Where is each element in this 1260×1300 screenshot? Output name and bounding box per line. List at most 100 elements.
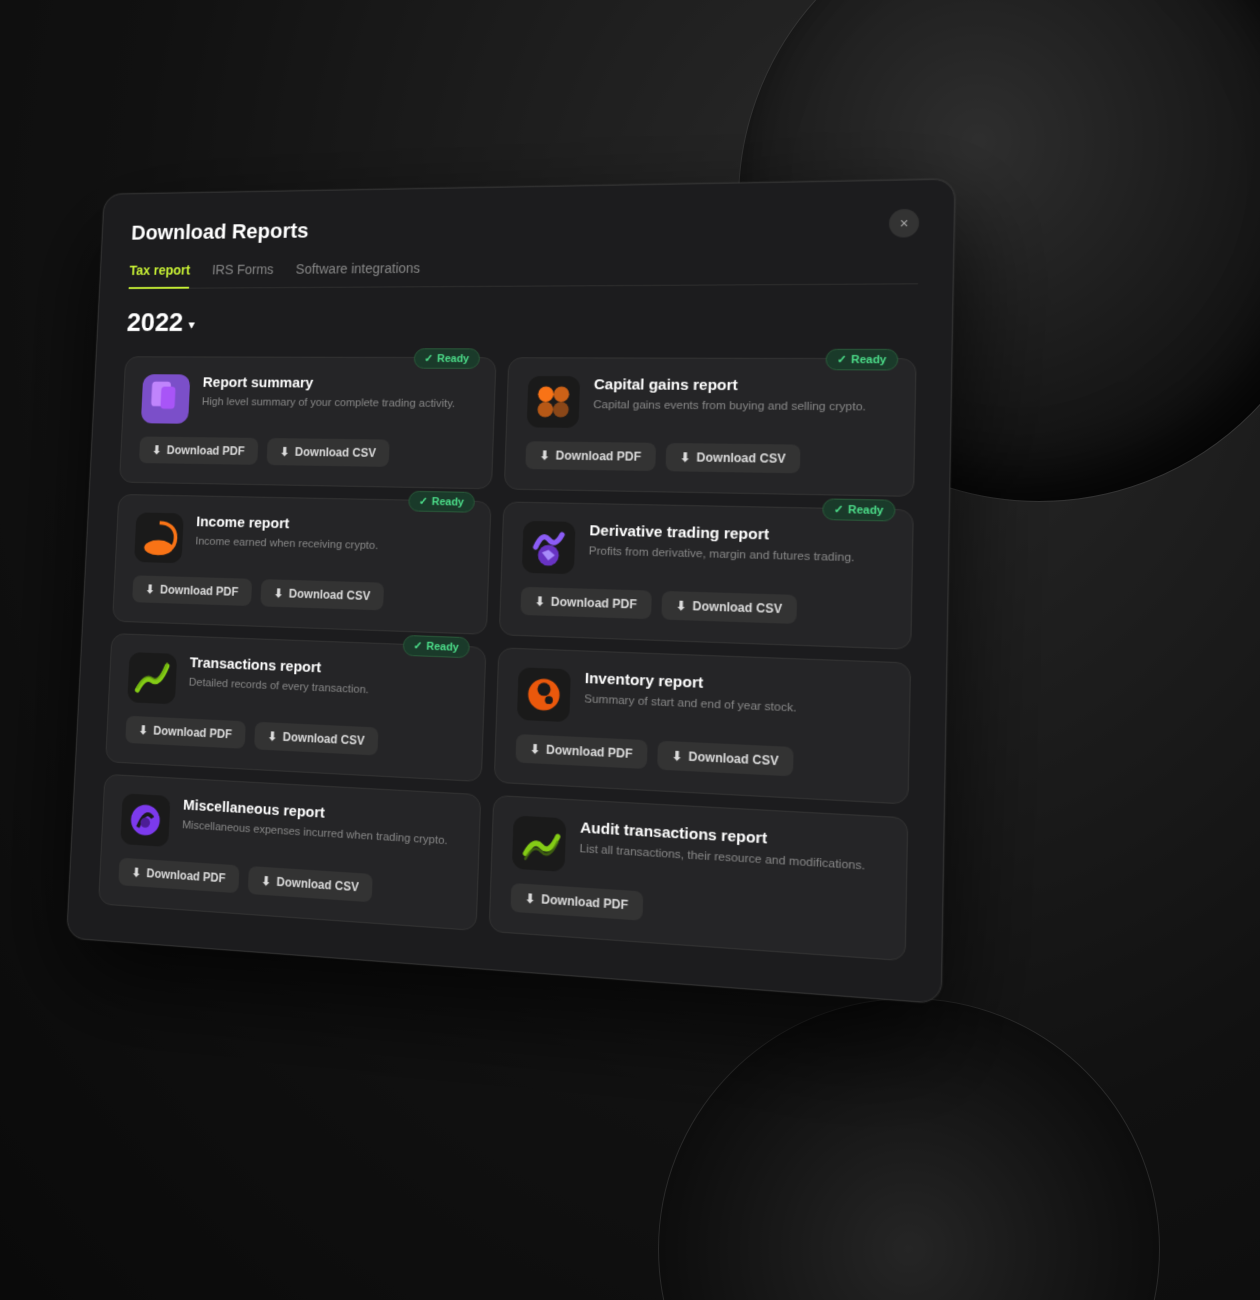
check-icon: ✓ [419, 495, 428, 508]
card-top: Income report Income earned when receivi… [134, 512, 470, 571]
card-top: Report summary High level summary of you… [141, 374, 475, 427]
capital-gains-icon [527, 376, 580, 428]
card-actions: ⬇ Download PDF [510, 883, 883, 937]
download-icon: ⬇ [676, 599, 687, 614]
download-icon: ⬇ [280, 445, 290, 459]
ready-badge-summary: ✓ Ready [413, 348, 480, 369]
card-title: Report summary [202, 374, 475, 392]
download-csv-button[interactable]: ⬇ Download CSV [260, 579, 384, 610]
download-csv-button[interactable]: ⬇ Download CSV [661, 591, 797, 624]
download-csv-button[interactable]: ⬇ Download CSV [665, 443, 800, 473]
card-actions: ⬇ Download PDF ⬇ Download CSV [515, 734, 886, 781]
download-icon: ⬇ [680, 450, 691, 464]
card-actions: ⬇ Download PDF ⬇ Download CSV [520, 587, 889, 627]
ready-badge-capital: ✓ Ready [825, 349, 898, 371]
card-actions: ⬇ Download PDF ⬇ Download CSV [139, 436, 473, 468]
check-icon: ✓ [837, 353, 847, 366]
card-info: Report summary High level summary of you… [202, 374, 476, 412]
download-icon: ⬇ [267, 729, 277, 743]
download-csv-button[interactable]: ⬇ Download CSV [657, 741, 794, 777]
income-icon [134, 512, 184, 563]
card-transactions: ✓ Ready Transactions report Detailed rec… [105, 633, 486, 782]
card-actions: ⬇ Download PDF ⬇ Download CSV [118, 858, 457, 908]
card-actions: ⬇ Download PDF ⬇ Download CSV [132, 575, 468, 613]
download-icon: ⬇ [535, 594, 546, 608]
misc-icon [120, 793, 170, 847]
modal-header: Download Reports × [131, 209, 920, 246]
download-pdf-button[interactable]: ⬇ Download PDF [510, 883, 643, 921]
card-info: Transactions report Detailed records of … [188, 654, 465, 702]
card-actions: ⬇ Download PDF ⬇ Download CSV [525, 441, 892, 474]
card-actions: ⬇ Download PDF ⬇ Download CSV [125, 716, 462, 760]
modal-wrapper: Download Reports × Tax report IRS Forms … [66, 179, 955, 1004]
ready-badge-derivative: ✓ Ready [822, 498, 896, 521]
download-pdf-button[interactable]: ⬇ Download PDF [520, 587, 651, 619]
modal-title: Download Reports [131, 219, 309, 246]
tabs-container: Tax report IRS Forms Software integratio… [129, 256, 919, 289]
close-button[interactable]: × [889, 209, 920, 238]
year-value: 2022 [126, 307, 184, 337]
download-pdf-button[interactable]: ⬇ Download PDF [118, 858, 239, 894]
card-miscellaneous: Miscellaneous report Miscellaneous expen… [98, 774, 481, 931]
card-info: Capital gains report Capital gains event… [593, 376, 894, 416]
card-top: Capital gains report Capital gains event… [527, 376, 894, 431]
card-title: Income report [196, 514, 470, 537]
year-selector[interactable]: 2022 ▾ [126, 305, 917, 338]
card-title: Capital gains report [594, 376, 894, 395]
download-csv-button[interactable]: ⬇ Download CSV [266, 438, 390, 467]
download-icon: ⬇ [530, 742, 541, 757]
tab-tax-report[interactable]: Tax report [129, 262, 191, 289]
card-title: Derivative trading report [589, 522, 891, 546]
download-csv-button[interactable]: ⬇ Download CSV [247, 866, 372, 902]
chevron-down-icon: ▾ [188, 316, 195, 332]
check-icon: ✓ [834, 503, 844, 517]
card-desc: Capital gains events from buying and sel… [593, 397, 893, 416]
download-icon: ⬇ [152, 443, 162, 456]
transactions-icon [127, 652, 177, 704]
card-inventory: Inventory report Summary of start and en… [494, 647, 911, 804]
reports-grid: ✓ Ready Report summary High level summar… [98, 356, 917, 961]
card-info: Audit transactions report List all trans… [579, 819, 885, 876]
download-icon: ⬇ [274, 586, 284, 600]
card-info: Inventory report Summary of start and en… [584, 670, 888, 721]
card-top: Miscellaneous report Miscellaneous expen… [120, 793, 459, 865]
card-top: Inventory report Summary of start and en… [517, 667, 888, 736]
inventory-icon [517, 667, 571, 722]
card-info: Derivative trading report Profits from d… [589, 522, 891, 567]
tab-software-integrations[interactable]: Software integrations [295, 260, 420, 288]
card-audit: Audit transactions report List all trans… [489, 795, 909, 961]
card-top: Transactions report Detailed records of … [127, 652, 465, 717]
card-top: Derivative trading report Profits from d… [522, 521, 891, 583]
download-pdf-button[interactable]: ⬇ Download PDF [515, 734, 647, 769]
download-reports-modal: Download Reports × Tax report IRS Forms … [66, 179, 955, 1004]
download-icon: ⬇ [525, 891, 536, 906]
card-desc: Profits from derivative, margin and futu… [589, 543, 891, 567]
card-report-summary: ✓ Ready Report summary High level summar… [119, 356, 497, 489]
check-icon: ✓ [413, 639, 422, 652]
tab-irs-forms[interactable]: IRS Forms [211, 262, 274, 289]
card-desc: High level summary of your complete trad… [202, 394, 475, 412]
download-pdf-button[interactable]: ⬇ Download PDF [132, 575, 252, 606]
card-desc: Income earned when receiving crypto. [195, 534, 469, 557]
card-derivative: ✓ Ready Derivative trading report Profit… [499, 501, 914, 649]
card-top: Audit transactions report List all trans… [512, 815, 885, 892]
card-capital-gains: ✓ Ready Capital gains report [504, 357, 917, 497]
download-pdf-button[interactable]: ⬇ Download PDF [139, 436, 258, 464]
derivative-icon [522, 521, 576, 574]
card-income: ✓ Ready Income report Income earned when… [112, 494, 491, 635]
download-icon: ⬇ [145, 582, 155, 596]
ready-badge-transactions: ✓ Ready [402, 635, 470, 658]
report-summary-icon [141, 374, 191, 424]
download-icon: ⬇ [131, 865, 141, 879]
download-icon: ⬇ [138, 723, 148, 737]
download-icon: ⬇ [539, 448, 549, 462]
card-info: Miscellaneous report Miscellaneous expen… [182, 797, 460, 850]
download-pdf-button[interactable]: ⬇ Download PDF [525, 441, 655, 471]
audit-icon [512, 815, 566, 872]
check-icon: ✓ [424, 352, 433, 365]
download-icon: ⬇ [261, 874, 271, 889]
download-pdf-button[interactable]: ⬇ Download PDF [125, 716, 245, 749]
download-icon: ⬇ [672, 749, 683, 764]
download-csv-button[interactable]: ⬇ Download CSV [254, 722, 379, 756]
card-info: Income report Income earned when receivi… [195, 514, 470, 557]
